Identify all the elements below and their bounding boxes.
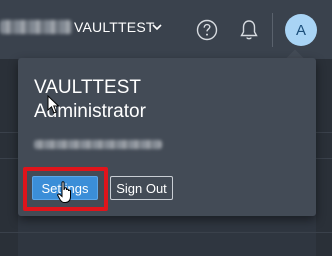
avatar-initial: A: [295, 21, 306, 39]
top-navigation-bar: VAULTTEST A: [0, 0, 332, 60]
bell-icon[interactable]: [238, 18, 260, 42]
chevron-down-icon[interactable]: [150, 19, 164, 35]
org-prefix-redacted: [0, 20, 72, 34]
toolbar-divider: [272, 13, 273, 47]
user-email-redacted: [34, 140, 162, 149]
sign-out-button[interactable]: Sign Out: [110, 176, 173, 200]
user-avatar-button[interactable]: A: [285, 14, 317, 46]
background-divider: [0, 232, 332, 233]
help-icon[interactable]: [196, 19, 218, 41]
cursor-hand-icon: [57, 181, 71, 203]
cursor-arrow-icon: [47, 95, 60, 114]
org-switcher-label[interactable]: VAULTTEST: [74, 19, 155, 35]
